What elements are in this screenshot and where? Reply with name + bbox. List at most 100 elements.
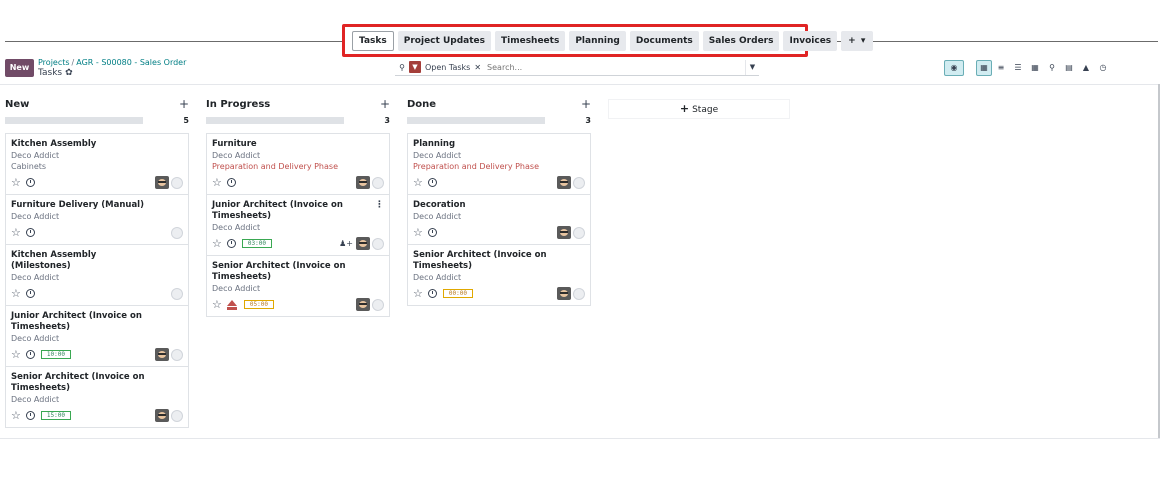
task-card[interactable]: Furniture Delivery (Manual) Deco Addict ☆ <box>5 194 189 244</box>
task-title: Planning <box>413 139 456 149</box>
progress-bar[interactable] <box>407 116 545 124</box>
clock-icon[interactable] <box>25 411 35 420</box>
star-icon[interactable]: ☆ <box>212 176 222 189</box>
avatar[interactable] <box>155 176 169 189</box>
star-icon[interactable]: ☆ <box>11 176 21 189</box>
avatar[interactable] <box>356 237 370 250</box>
calendar-view-icon[interactable]: ▦ <box>1027 60 1043 76</box>
task-card[interactable]: Senior Architect (Invoice on Timesheets)… <box>407 244 591 306</box>
star-icon[interactable]: ☆ <box>413 287 423 300</box>
avatar[interactable] <box>356 176 370 189</box>
allocated-hours-badge: 05:00 <box>243 300 274 309</box>
clock-icon[interactable] <box>25 178 35 187</box>
quick-create-icon[interactable]: + <box>179 97 189 111</box>
clock-icon[interactable] <box>25 228 35 237</box>
status-circle-icon[interactable] <box>372 298 384 311</box>
tab-project-updates[interactable]: Project Updates <box>397 30 491 51</box>
status-circle-icon[interactable] <box>573 176 585 189</box>
clock-icon[interactable] <box>226 239 236 248</box>
task-subtitle: Deco Addict <box>11 151 60 160</box>
clock-icon[interactable] <box>427 178 437 187</box>
new-button[interactable]: New <box>5 59 34 77</box>
tab-tasks[interactable]: Tasks <box>352 30 394 51</box>
task-card[interactable]: Senior Architect (Invoice on Timesheets)… <box>206 255 390 317</box>
users-icon[interactable]: ♟+ <box>339 239 353 248</box>
star-icon[interactable]: ☆ <box>212 237 222 250</box>
task-card[interactable]: Kitchen Assembly (Milestones) Deco Addict… <box>5 244 189 305</box>
graph-view-icon[interactable]: ▲ <box>1078 60 1094 76</box>
star-icon[interactable]: ☆ <box>11 348 21 361</box>
tab-documents[interactable]: Documents <box>629 30 699 51</box>
tab-more-menu[interactable]: + ▾ <box>841 30 874 51</box>
column-title[interactable]: New <box>5 99 29 110</box>
clock-icon[interactable] <box>427 228 437 237</box>
status-circle-icon[interactable] <box>171 348 183 361</box>
tab-invoices[interactable]: Invoices <box>783 30 838 51</box>
column-title[interactable]: In Progress <box>206 99 270 110</box>
status-circle-icon[interactable] <box>372 176 384 189</box>
star-icon[interactable]: ☆ <box>413 176 423 189</box>
control-panel-divider <box>0 84 1160 85</box>
avatar[interactable] <box>356 298 370 311</box>
avatar[interactable] <box>557 287 571 300</box>
breadcrumb-sales-order-link[interactable]: AGR - S00080 - Sales Order <box>76 58 186 67</box>
clock-icon[interactable] <box>427 289 437 298</box>
avatar[interactable] <box>155 348 169 361</box>
card-menu-icon[interactable]: ⋮ <box>375 200 384 210</box>
task-card[interactable]: Planning Deco Addict Preparation and Deliv… <box>407 133 591 194</box>
progress-bar[interactable] <box>5 116 143 124</box>
list-view-icon[interactable]: ≡ <box>993 60 1009 76</box>
breadcrumb-projects-link[interactable]: Projects <box>38 58 70 67</box>
star-icon[interactable]: ☆ <box>11 409 21 422</box>
clock-icon[interactable] <box>25 289 35 298</box>
gear-icon[interactable]: ✿ <box>65 68 73 78</box>
status-circle-icon[interactable] <box>372 237 384 250</box>
activity-view-icon[interactable]: ◷ <box>1095 60 1111 76</box>
avatar[interactable] <box>557 176 571 189</box>
status-circle-icon[interactable] <box>573 287 585 300</box>
star-icon[interactable]: ☆ <box>11 287 21 300</box>
avatar[interactable] <box>557 226 571 239</box>
task-card[interactable]: Kitchen Assembly Deco Addict Cabinets ☆ <box>5 133 189 194</box>
gantt-view-icon[interactable]: ☰ <box>1010 60 1026 76</box>
tab-planning[interactable]: Planning <box>569 30 626 51</box>
task-card[interactable]: ⋮ Junior Architect (Invoice on Timesheets… <box>206 194 390 255</box>
clock-icon[interactable] <box>25 350 35 359</box>
kanban-view-icon[interactable]: ▦ <box>976 60 992 76</box>
task-card[interactable]: Senior Architect (Invoice on Timesheets)… <box>5 366 189 428</box>
clock-icon[interactable] <box>226 178 236 187</box>
search-icon[interactable]: ⚲ <box>395 63 409 72</box>
progress-bar[interactable] <box>206 116 344 124</box>
search-options-toggle[interactable]: ▼ <box>745 59 759 75</box>
status-circle-icon[interactable] <box>573 226 585 239</box>
avatar[interactable] <box>155 409 169 422</box>
search-input[interactable] <box>487 62 688 72</box>
tab-timesheets[interactable]: Timesheets <box>494 30 566 51</box>
add-stage-button[interactable]: + Stage <box>608 99 790 119</box>
task-card[interactable]: Furniture Deco Addict Preparation and Deli… <box>206 133 390 194</box>
column-count: 3 <box>384 115 390 125</box>
status-circle-icon[interactable] <box>171 226 183 239</box>
task-card[interactable]: Decoration Deco Addict ☆ <box>407 194 591 244</box>
card-right-icons <box>356 176 384 189</box>
column-header: New + <box>5 96 189 112</box>
facet-remove-icon[interactable]: ✕ <box>474 63 481 72</box>
column-title[interactable]: Done <box>407 99 436 110</box>
star-icon[interactable]: ☆ <box>212 298 222 311</box>
page-title-text: Tasks <box>38 68 63 78</box>
status-circle-icon[interactable] <box>171 409 183 422</box>
quick-create-icon[interactable]: + <box>581 97 591 111</box>
status-circle-icon[interactable] <box>171 287 183 300</box>
star-icon[interactable]: ☆ <box>413 226 423 239</box>
status-circle-icon[interactable] <box>171 176 183 189</box>
tab-sales-orders[interactable]: Sales Orders <box>702 30 780 51</box>
quick-create-icon[interactable]: + <box>380 97 390 111</box>
map-view-icon[interactable]: ⚲ <box>1044 60 1060 76</box>
activity-alert-icon[interactable] <box>226 299 237 310</box>
vertical-scrollbar[interactable] <box>1158 84 1160 438</box>
task-card[interactable]: Junior Architect (Invoice on Timesheets)… <box>5 305 189 366</box>
pivot-view-icon[interactable]: ▤ <box>1061 60 1077 76</box>
star-icon[interactable]: ☆ <box>11 226 21 239</box>
card-right-icons <box>155 176 183 189</box>
eye-icon[interactable]: ◉ <box>944 60 964 76</box>
